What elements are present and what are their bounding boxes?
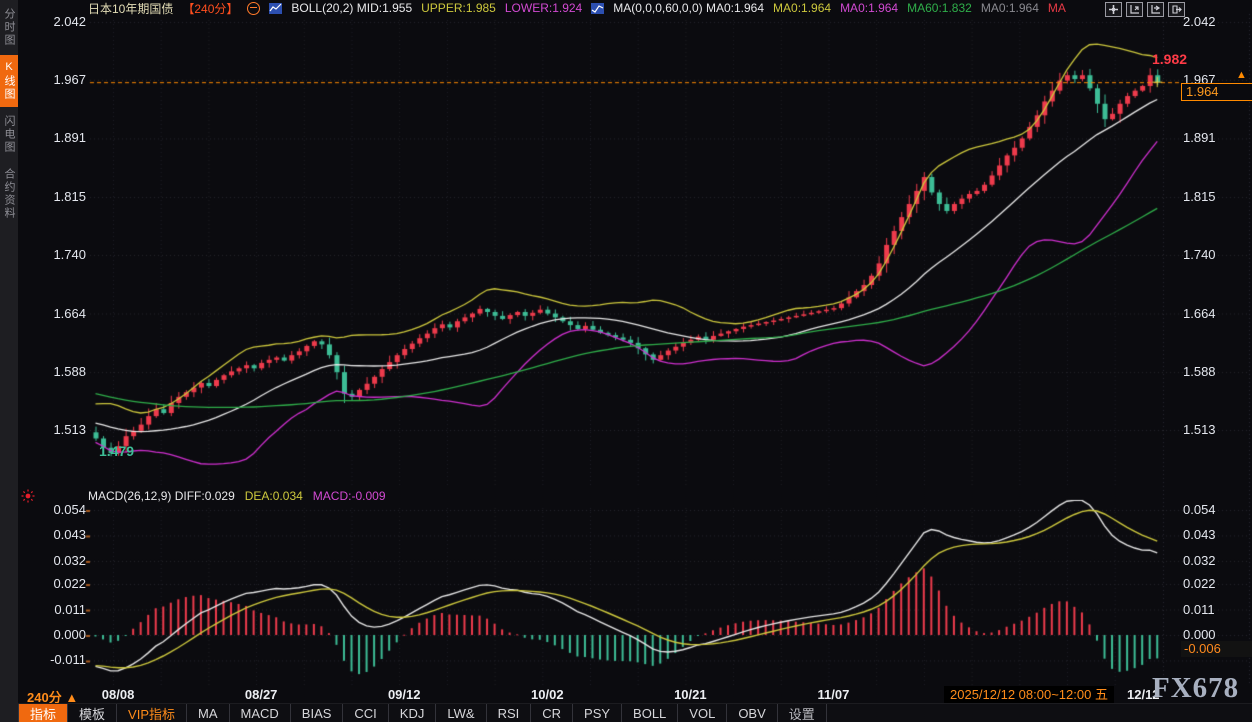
y-axis-label: 1.891 bbox=[1183, 130, 1245, 145]
x-axis-label: 08/27 bbox=[229, 687, 293, 702]
current-price-tag: 1.964 bbox=[1181, 83, 1252, 101]
sidebar: 分时图 K线图 闪电图 合约资料 bbox=[0, 0, 18, 722]
y-axis-label: 1.513 bbox=[1183, 422, 1245, 437]
ma60-value: MA60:1.832 bbox=[907, 1, 972, 15]
boll-chart-icon[interactable] bbox=[269, 3, 282, 14]
x-axis-label: 09/12 bbox=[372, 687, 436, 702]
x-axis-label: 11/07 bbox=[801, 687, 865, 702]
toolbar-item-rsi[interactable]: RSI bbox=[487, 704, 532, 722]
toolbar-item-bias[interactable]: BIAS bbox=[291, 704, 344, 722]
y-axis-label: 0.043 bbox=[28, 527, 86, 542]
toolbar-item-boll[interactable]: BOLL bbox=[622, 704, 678, 722]
sidebar-item-kline[interactable]: K线图 bbox=[0, 55, 18, 107]
price-up-arrow-icon: ▲ bbox=[1236, 69, 1247, 81]
y-axis-label: 0.032 bbox=[28, 553, 86, 568]
x-axis-label: 08/08 bbox=[86, 687, 150, 702]
exit-icon[interactable] bbox=[1168, 2, 1185, 17]
ma-label: MA(0,0,0,60,0,0) MA0:1.964 bbox=[613, 1, 764, 15]
session-time-label: 2025/12/12 08:00~12:00 五 bbox=[944, 686, 1114, 703]
y-axis-label: 0.054 bbox=[1183, 502, 1245, 517]
y-axis-label: 1.740 bbox=[1183, 247, 1245, 262]
sidebar-item-timeshare[interactable]: 分时图 bbox=[0, 2, 18, 53]
y-axis-label: 1.664 bbox=[28, 306, 86, 321]
sidebar-item-lightning[interactable]: 闪电图 bbox=[0, 109, 18, 160]
toolbar-item-moban[interactable]: 模板 bbox=[68, 704, 117, 722]
y-axis-label: 2.042 bbox=[1183, 14, 1245, 29]
boll-lower-value: LOWER:1.924 bbox=[505, 1, 582, 15]
boll-label: BOLL(20,2) MID:1.955 bbox=[291, 1, 412, 15]
y-axis-label: 0.022 bbox=[28, 576, 86, 591]
toolbar-item-kdj[interactable]: KDJ bbox=[389, 704, 437, 722]
toolbar-item-vip[interactable]: VIP指标 bbox=[117, 704, 187, 722]
x-axis-label: 10/02 bbox=[515, 687, 579, 702]
y-axis-label: 1.664 bbox=[1183, 306, 1245, 321]
window-controls bbox=[1105, 2, 1185, 17]
macd-label: MACD(26,12,9) DIFF:0.029 bbox=[88, 489, 235, 503]
sidebar-item-contract-info[interactable]: 合约资料 bbox=[0, 162, 18, 226]
toolbar-item-macd[interactable]: MACD bbox=[230, 704, 291, 722]
current-macd-tag: -0.006 bbox=[1181, 641, 1252, 657]
y-axis-label: 1.588 bbox=[1183, 364, 1245, 379]
toolbar-item-cr[interactable]: CR bbox=[531, 704, 573, 722]
y-axis-label: 0.000 bbox=[1183, 627, 1245, 642]
y-axis-label: 0.000 bbox=[28, 627, 86, 642]
low-price-marker: 1.479 bbox=[99, 443, 134, 459]
live-dot-icon[interactable] bbox=[20, 488, 36, 504]
y-axis-label: 1.967 bbox=[28, 72, 86, 87]
circle-minus-icon[interactable] bbox=[247, 2, 260, 15]
ma-chart-icon[interactable] bbox=[591, 3, 604, 14]
indicator-toolbar: 指标模板VIP指标MAMACDBIASCCIKDJLW&RSICRPSYBOLL… bbox=[18, 703, 1252, 722]
ma-value-gray: MA0:1.964 bbox=[981, 1, 1039, 15]
toolbar-item-obv[interactable]: OBV bbox=[727, 704, 777, 722]
x-axis-label: 10/21 bbox=[658, 687, 722, 702]
app-window: 分时图 K线图 闪电图 合约资料 日本10年期国债 【240分】 BOLL(20… bbox=[0, 0, 1252, 722]
instrument-title: 日本10年期国债 bbox=[88, 0, 173, 17]
indicator-header: 日本10年期国债 【240分】 BOLL(20,2) MID:1.955 UPP… bbox=[88, 1, 1066, 15]
ma-value-yellow: MA0:1.964 bbox=[773, 1, 831, 15]
scale-up-icon[interactable] bbox=[1126, 2, 1143, 17]
y-axis-label: 0.043 bbox=[1183, 527, 1245, 542]
toolbar-item-psy[interactable]: PSY bbox=[573, 704, 622, 722]
toolbar-item-shezhi[interactable]: 设置 bbox=[778, 704, 827, 722]
macd-header: MACD(26,12,9) DIFF:0.029 DEA:0.034 MACD:… bbox=[88, 489, 386, 503]
toolbar-item-ma[interactable]: MA bbox=[187, 704, 230, 722]
candlestick-chart[interactable] bbox=[0, 0, 1252, 722]
y-axis-label: 0.054 bbox=[28, 502, 86, 517]
y-axis-label: 0.011 bbox=[1183, 602, 1245, 617]
y-axis-label: 1.513 bbox=[28, 422, 86, 437]
move-icon[interactable] bbox=[1105, 2, 1122, 17]
y-axis-label: 0.011 bbox=[28, 602, 86, 617]
y-axis-label: 1.740 bbox=[28, 247, 86, 262]
period-label[interactable]: 【240分】 bbox=[182, 0, 238, 17]
ma-value-magenta: MA0:1.964 bbox=[840, 1, 898, 15]
y-axis-label: 2.042 bbox=[28, 14, 86, 29]
scale-right-icon[interactable] bbox=[1147, 2, 1164, 17]
toolbar-item-vol[interactable]: VOL bbox=[678, 704, 727, 722]
boll-upper-value: UPPER:1.985 bbox=[421, 1, 496, 15]
ma-value-red: MA bbox=[1048, 1, 1066, 15]
y-axis-label: -0.011 bbox=[28, 652, 86, 667]
y-axis-label: 1.815 bbox=[28, 189, 86, 204]
y-axis-label: 1.588 bbox=[28, 364, 86, 379]
toolbar-item-lwr[interactable]: LW& bbox=[436, 704, 486, 722]
y-axis-label: 0.032 bbox=[1183, 553, 1245, 568]
y-axis-label: 1.815 bbox=[1183, 189, 1245, 204]
macd-value: MACD:-0.009 bbox=[313, 489, 386, 503]
toolbar-item-zhibiao[interactable]: 指标 bbox=[18, 704, 68, 722]
dea-value: DEA:0.034 bbox=[245, 489, 303, 503]
brand-watermark: FX678 bbox=[1152, 672, 1239, 705]
toolbar-item-cci[interactable]: CCI bbox=[343, 704, 388, 722]
y-axis-label: 0.022 bbox=[1183, 576, 1245, 591]
y-axis-label: 1.891 bbox=[28, 130, 86, 145]
high-price-marker: 1.982 bbox=[1152, 51, 1187, 67]
